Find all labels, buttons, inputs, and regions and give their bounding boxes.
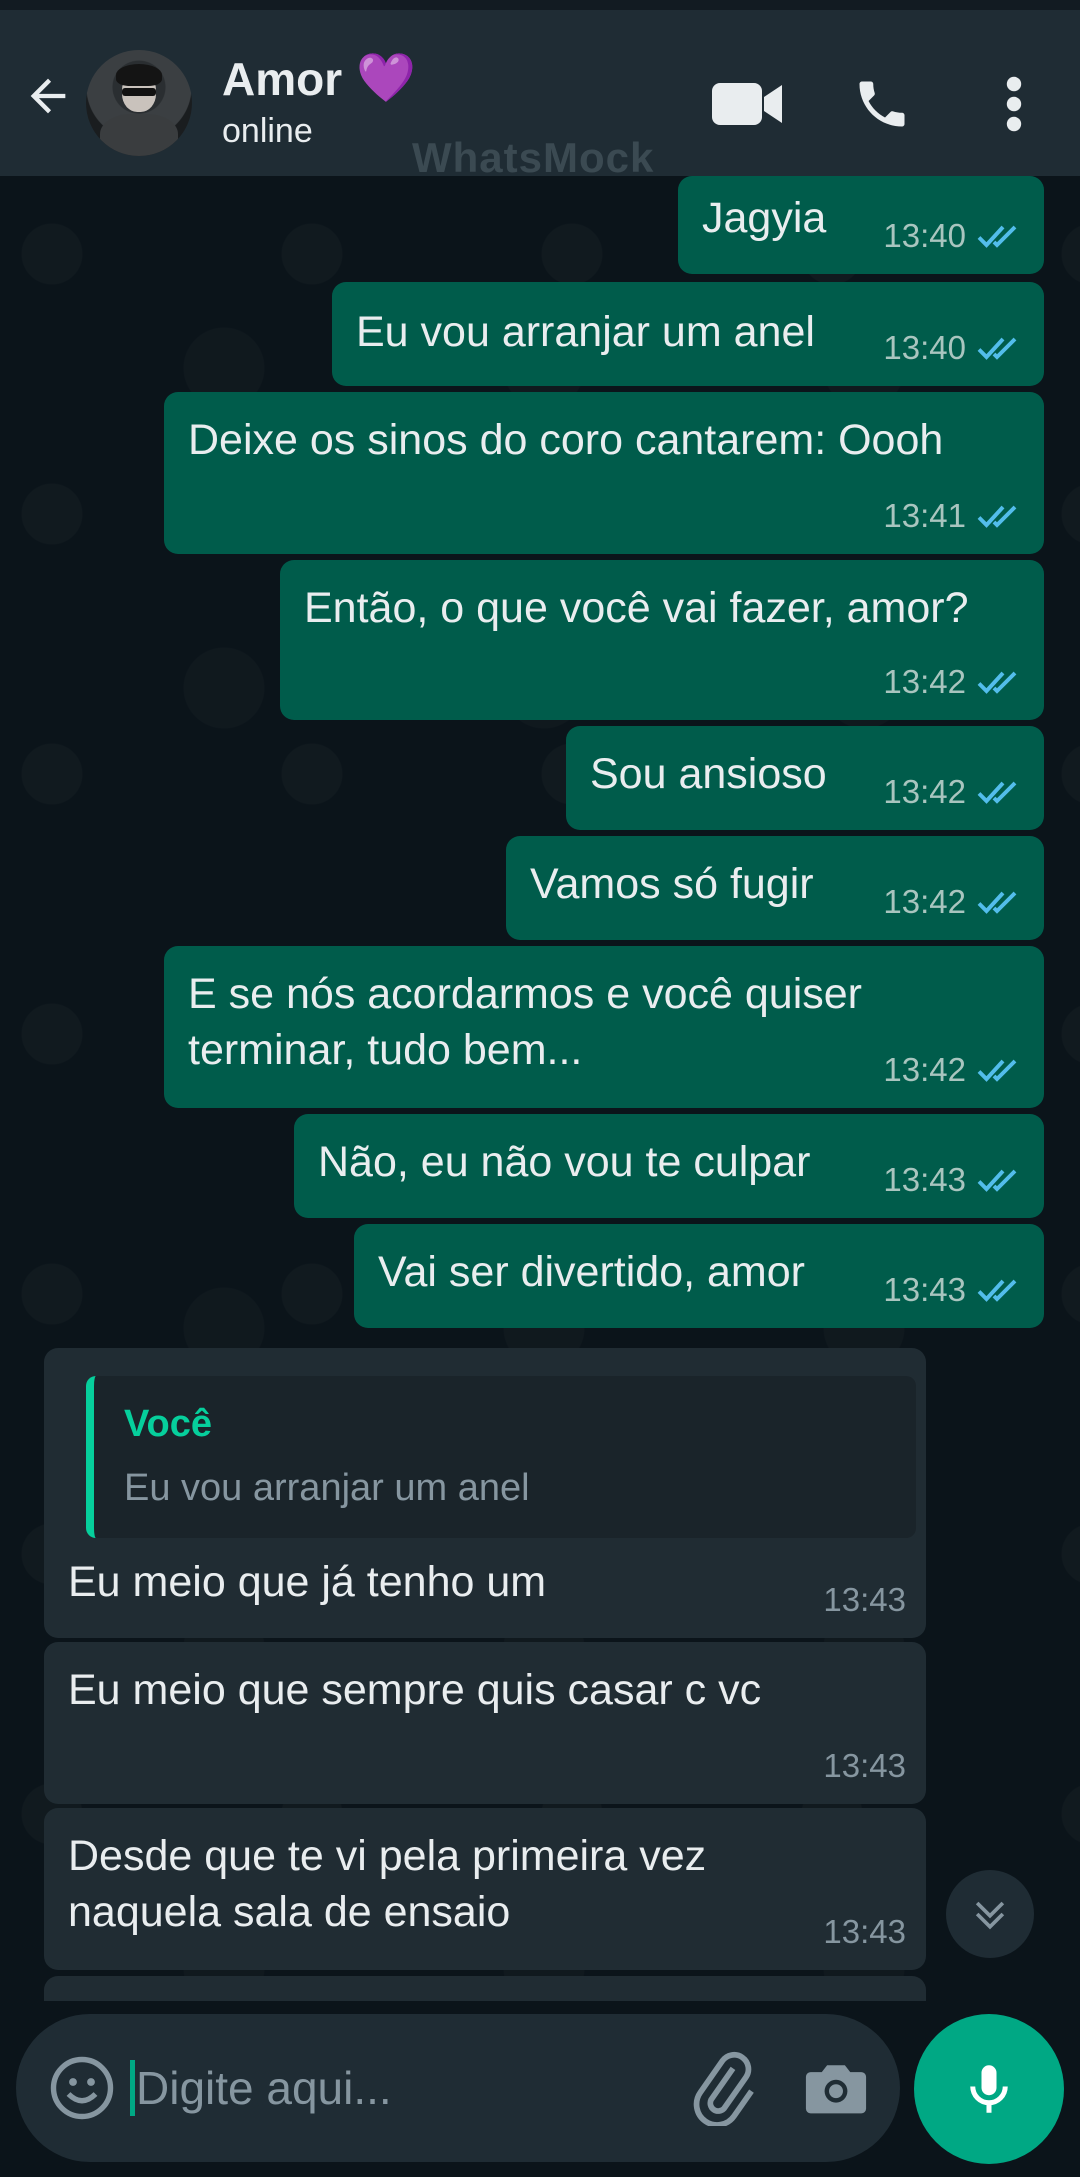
message-text: Vamos só fugir [530, 860, 814, 908]
message-text-line2: naquela sala de ensaio [68, 1888, 511, 1936]
message-bubble-outgoing[interactable]: Então, o que você vai fazer, amor? 13:42 [280, 560, 1044, 720]
message-meta: 13:43 [883, 1262, 1024, 1318]
watermark: WhatsMock [412, 134, 655, 181]
quote-author: Você [124, 1403, 213, 1445]
quote-text: Eu vou arranjar um anel [124, 1467, 530, 1509]
message-time: 13:43 [823, 1747, 906, 1784]
message-bubble-outgoing[interactable]: Vamos só fugir 13:42 [506, 836, 1044, 940]
message-time: 13:42 [883, 773, 966, 810]
message-bubble-outgoing[interactable]: Não, eu não vou te culpar 13:43 [294, 1114, 1044, 1218]
message-time: 13:43 [883, 1161, 966, 1198]
message-text-line1: Desde que te vi pela primeira vez [68, 1832, 707, 1880]
read-ticks-icon [977, 505, 1017, 528]
message-time: 13:41 [883, 497, 966, 534]
message-bubble-outgoing[interactable]: Deixe os sinos do coro cantarem: Oooh 13… [164, 392, 1044, 554]
message-meta: 13:42 [883, 764, 1024, 820]
message-text: Eu meio que sempre quis casar c vc [68, 1666, 762, 1714]
message-meta: 13:43 [823, 1904, 906, 1960]
read-ticks-icon [977, 225, 1017, 248]
message-time: 13:42 [883, 883, 966, 920]
text-cursor [130, 2060, 135, 2116]
message-bubble-incoming-partial[interactable] [44, 1976, 926, 2001]
message-text: Eu vou arranjar um anel [356, 308, 815, 356]
avatar[interactable] [86, 50, 192, 156]
message-bubble-outgoing[interactable]: Vai ser divertido, amor 13:43 [354, 1224, 1044, 1328]
read-ticks-icon [977, 1169, 1017, 1192]
message-bubble-outgoing[interactable]: Sou ansioso 13:42 [566, 726, 1044, 830]
message-text-line1: E se nós acordarmos e você quiser [188, 970, 862, 1018]
message-meta: 13:42 [883, 1042, 1024, 1098]
message-bubble-incoming[interactable]: Desde que te vi pela primeira vez naquel… [44, 1808, 926, 1970]
message-text: Deixe os sinos do coro cantarem: Oooh [188, 416, 944, 464]
message-meta: 13:42 [883, 654, 1024, 710]
message-text-line2: terminar, tudo bem... [188, 1026, 583, 1074]
read-ticks-icon [977, 671, 1017, 694]
message-text: Vai ser divertido, amor [378, 1248, 805, 1296]
camera-icon[interactable] [798, 2050, 874, 2126]
message-input[interactable] [136, 2050, 656, 2126]
message-text: Sou ansioso [590, 750, 827, 798]
message-time: 13:40 [883, 329, 966, 366]
emoji-icon[interactable] [46, 2052, 118, 2124]
more-options-icon[interactable] [978, 68, 1050, 140]
chat-header: Amor 💜 online WhatsMock [0, 10, 1080, 181]
message-bubble-incoming[interactable]: Você Eu vou arranjar um anel Eu meio que… [44, 1348, 926, 1638]
message-time: 13:42 [883, 663, 966, 700]
video-call-icon[interactable] [712, 68, 784, 140]
status-bar [0, 0, 1080, 10]
chat-area[interactable]: Jagyia 13:40 Eu vou arranjar um anel 13:… [0, 176, 1080, 2001]
message-text: Jagyia [702, 194, 827, 242]
purple-heart-emoji: 💜 [356, 52, 416, 105]
message-text: Eu meio que já tenho um [68, 1558, 547, 1606]
message-meta: 13:43 [823, 1738, 906, 1794]
attach-icon[interactable] [684, 2050, 760, 2128]
mic-icon [970, 2065, 1008, 2113]
mic-button[interactable] [914, 2014, 1064, 2164]
message-meta: 13:40 [883, 320, 1024, 376]
contact-name[interactable]: Amor 💜 [222, 52, 416, 106]
message-bubble-outgoing[interactable]: E se nós acordarmos e você quiser termin… [164, 946, 1044, 1108]
message-bubble-incoming[interactable]: Eu meio que sempre quis casar c vc 13:43 [44, 1642, 926, 1804]
message-text: Não, eu não vou te culpar [318, 1138, 811, 1186]
message-bubble-outgoing[interactable]: Jagyia 13:40 [678, 176, 1044, 274]
message-time: 13:43 [823, 1581, 906, 1618]
message-text: Então, o que você vai fazer, amor? [304, 584, 969, 632]
read-ticks-icon [977, 1279, 1017, 1302]
contact-name-text: Amor [222, 53, 343, 105]
scroll-to-bottom-button[interactable] [946, 1870, 1034, 1958]
message-meta: 13:43 [883, 1152, 1024, 1208]
contact-status: online [222, 112, 313, 150]
double-chevron-down-icon [975, 1901, 1005, 1930]
message-time: 13:43 [823, 1913, 906, 1950]
read-ticks-icon [977, 1059, 1017, 1082]
message-time: 13:40 [883, 217, 966, 254]
read-ticks-icon [977, 781, 1017, 804]
message-bubble-outgoing[interactable]: Eu vou arranjar um anel 13:40 [332, 282, 1044, 386]
message-meta: 13:40 [883, 208, 1024, 264]
read-ticks-icon [977, 891, 1017, 914]
read-ticks-icon [977, 337, 1017, 360]
message-time: 13:43 [883, 1271, 966, 1308]
message-meta: 13:41 [883, 488, 1024, 544]
phone-call-icon[interactable] [846, 68, 918, 140]
message-time: 13:42 [883, 1051, 966, 1088]
back-arrow-icon[interactable] [20, 68, 76, 124]
message-meta: 13:43 [823, 1572, 906, 1628]
message-composer [16, 2014, 900, 2162]
quoted-message[interactable]: Você Eu vou arranjar um anel [86, 1376, 916, 1538]
message-meta: 13:42 [883, 874, 1024, 930]
